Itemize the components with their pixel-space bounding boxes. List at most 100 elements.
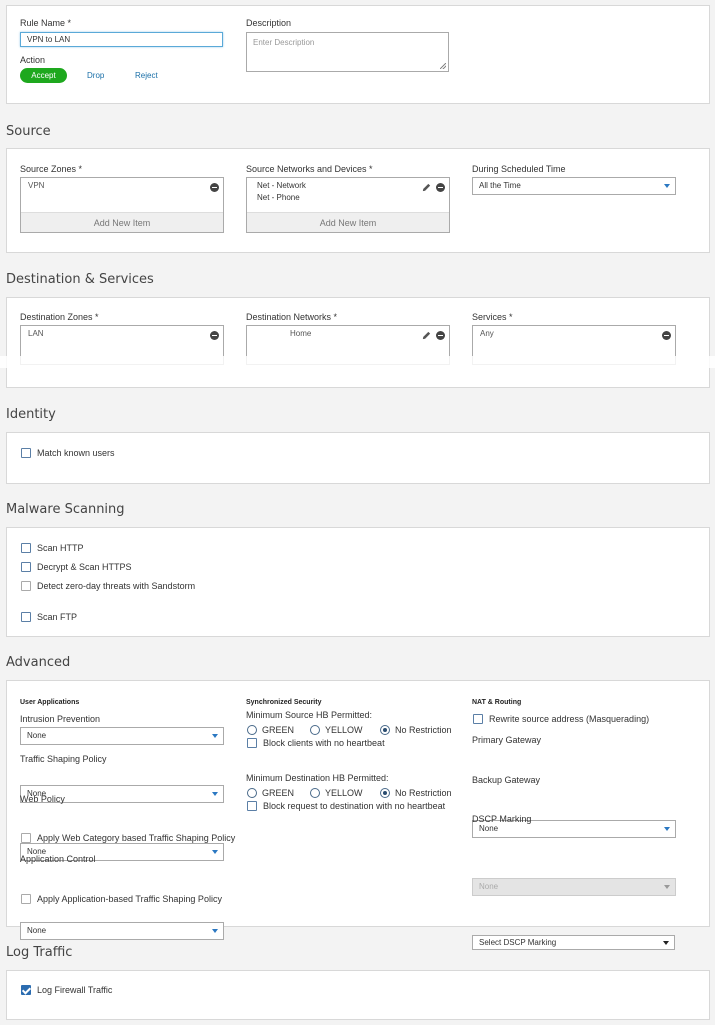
shaping-label: Traffic Shaping Policy	[20, 754, 107, 764]
backup-gateway-value: None	[479, 882, 499, 891]
chevron-down-icon	[212, 792, 218, 796]
malware-title: Malware Scanning	[6, 502, 125, 517]
decrypt-https-checkbox[interactable]	[21, 562, 31, 572]
action-label: Action	[20, 55, 46, 65]
source-yellow-radio[interactable]	[310, 725, 320, 735]
app-control-label: Application Control	[20, 854, 96, 864]
sync-security-heading: Synchronized Security	[246, 699, 322, 706]
web-category-shaping-checkbox[interactable]	[21, 833, 31, 843]
list-item: Net - Network	[257, 181, 306, 190]
chevron-down-icon	[212, 850, 218, 854]
dest-yellow-label: YELLOW	[325, 788, 363, 798]
log-firewall-checkbox[interactable]	[21, 985, 31, 995]
log-panel: Log Firewall Traffic	[6, 970, 710, 1020]
remove-icon[interactable]	[210, 183, 219, 192]
primary-gateway-label: Primary Gateway	[472, 735, 542, 745]
source-green-label: GREEN	[262, 725, 295, 735]
dest-green-radio[interactable]	[247, 788, 257, 798]
app-control-select[interactable]: None	[20, 922, 224, 940]
source-networks-label: Source Networks and Devices *	[246, 164, 373, 174]
chevron-down-icon	[212, 929, 218, 933]
ips-label: Intrusion Prevention	[20, 714, 101, 724]
source-panel: Source Zones * VPN Add New Item Source N…	[6, 148, 710, 253]
source-green-radio[interactable]	[247, 725, 257, 735]
rule-name-label: Rule Name *	[20, 18, 72, 28]
source-networks-list: Net - Network Net - Phone Add New Item	[246, 177, 450, 233]
log-title: Log Traffic	[6, 945, 73, 960]
accept-button[interactable]: Accept	[20, 68, 67, 83]
masquerade-checkbox[interactable]	[473, 714, 483, 724]
schedule-label: During Scheduled Time	[472, 164, 566, 174]
web-policy-label: Web Policy	[20, 794, 65, 804]
primary-gateway-value: None	[479, 824, 499, 833]
malware-panel: Scan HTTP Decrypt & Scan HTTPS Detect ze…	[6, 527, 710, 637]
edit-pencil-icon[interactable]	[421, 330, 432, 341]
chevron-down-icon	[664, 827, 670, 831]
list-item: VPN	[28, 181, 45, 190]
source-no-restriction-radio[interactable]	[380, 725, 390, 735]
masquerade-label: Rewrite source address (Masquerading)	[489, 714, 650, 724]
dest-yellow-radio[interactable]	[310, 788, 320, 798]
match-known-users-checkbox[interactable]	[21, 448, 31, 458]
chevron-down-icon	[663, 941, 669, 945]
list-item: LAN	[28, 329, 44, 338]
schedule-select[interactable]: All the Time	[472, 177, 676, 195]
backup-gateway-label: Backup Gateway	[472, 775, 541, 785]
block-request-checkbox[interactable]	[247, 801, 257, 811]
scan-ftp-label: Scan FTP	[37, 612, 78, 622]
dscp-select[interactable]: Select DSCP Marking	[472, 935, 675, 950]
add-new-item-button[interactable]: Add New Item	[21, 212, 223, 232]
nat-routing-heading: NAT & Routing	[472, 699, 522, 706]
dscp-label: DSCP Marking	[472, 814, 532, 824]
match-known-users-label: Match known users	[37, 448, 115, 458]
services-label: Services *	[472, 312, 513, 322]
source-yellow-label: YELLOW	[325, 725, 363, 735]
source-zones-list: VPN Add New Item	[20, 177, 224, 233]
chevron-down-icon	[664, 885, 670, 889]
dest-no-restriction-radio[interactable]	[380, 788, 390, 798]
list-item: Home	[290, 329, 312, 338]
scan-http-checkbox[interactable]	[21, 543, 31, 553]
user-applications-heading: User Applications	[20, 699, 80, 706]
scan-http-label: Scan HTTP	[37, 543, 84, 553]
rule-name-input[interactable]: VPN to LAN	[20, 32, 223, 47]
destination-zones-label: Destination Zones *	[20, 312, 99, 322]
ips-select[interactable]: None	[20, 727, 224, 745]
list-item: Any	[480, 329, 494, 338]
source-no-restriction-label: No Restriction	[395, 725, 452, 735]
scan-ftp-checkbox[interactable]	[21, 612, 31, 622]
destination-title: Destination & Services	[6, 272, 154, 287]
list-item: Net - Phone	[257, 193, 300, 202]
chevron-down-icon	[664, 184, 670, 188]
source-zones-label: Source Zones *	[20, 164, 83, 174]
drop-button[interactable]: Drop	[87, 71, 104, 80]
schedule-value: All the Time	[479, 181, 521, 190]
description-textarea[interactable]: Enter Description	[246, 32, 449, 72]
edit-pencil-icon[interactable]	[421, 182, 432, 193]
app-control-value: None	[27, 926, 47, 935]
add-new-item-button[interactable]: Add New Item	[247, 212, 449, 232]
backup-gateway-select[interactable]: None	[472, 878, 676, 896]
app-shaping-checkbox[interactable]	[21, 894, 31, 904]
remove-icon[interactable]	[436, 183, 445, 192]
web-category-shaping-label: Apply Web Category based Traffic Shaping…	[37, 833, 236, 843]
source-title: Source	[6, 124, 51, 139]
app-shaping-label: Apply Application-based Traffic Shaping …	[37, 894, 222, 904]
dscp-value: Select DSCP Marking	[479, 938, 557, 947]
dest-no-restriction-label: No Restriction	[395, 788, 452, 798]
advanced-title: Advanced	[6, 655, 71, 670]
block-clients-label: Block clients with no heartbeat	[263, 738, 385, 748]
remove-icon[interactable]	[210, 331, 219, 340]
remove-icon[interactable]	[662, 331, 671, 340]
advanced-panel: User Applications Intrusion Prevention N…	[6, 680, 710, 950]
sandstorm-checkbox[interactable]	[21, 581, 31, 591]
remove-icon[interactable]	[436, 331, 445, 340]
description-label: Description	[246, 18, 292, 28]
min-source-hb-label: Minimum Source HB Permitted:	[246, 710, 373, 720]
identity-title: Identity	[6, 407, 56, 422]
min-dest-hb-label: Minimum Destination HB Permitted:	[246, 773, 389, 783]
block-clients-checkbox[interactable]	[247, 738, 257, 748]
reject-button[interactable]: Reject	[135, 71, 158, 80]
destination-networks-label: Destination Networks *	[246, 312, 338, 322]
resize-grip-icon[interactable]	[440, 63, 446, 69]
